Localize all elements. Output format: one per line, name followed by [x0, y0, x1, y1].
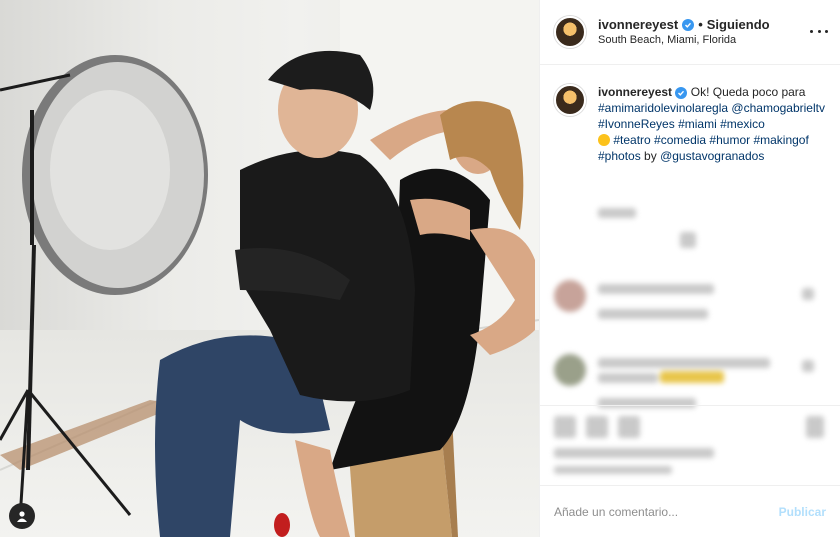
user-tag-icon[interactable]	[9, 503, 35, 529]
share-icon[interactable]	[618, 416, 640, 438]
separator-dot: •	[698, 17, 703, 32]
verified-badge-icon	[675, 87, 688, 99]
hashtag-link[interactable]: #humor	[709, 133, 750, 147]
caption-username[interactable]: ivonnereyest	[598, 85, 672, 99]
hashtag-link[interactable]: #miami	[678, 117, 717, 131]
action-bar	[540, 405, 840, 485]
photo-scene	[0, 0, 539, 537]
save-icon[interactable]	[806, 416, 824, 438]
hashtag-link[interactable]: #IvonneReyes	[598, 117, 675, 131]
follow-button[interactable]: Siguiendo	[707, 17, 770, 32]
avatar[interactable]	[554, 84, 586, 116]
hashtag-link[interactable]: #amimaridolevinolaregla	[598, 101, 728, 115]
mention-link[interactable]: @chamogabrieltv	[731, 101, 825, 115]
location-link[interactable]: South Beach, Miami, Florida	[598, 34, 736, 46]
caption-text: ivonnereyest Ok! Queda poco para #amimar…	[598, 84, 830, 164]
caption-intro: Ok! Queda poco para	[690, 85, 806, 99]
hashtag-link[interactable]: #mexico	[720, 117, 765, 131]
more-options-icon[interactable]	[810, 22, 828, 40]
username-link[interactable]: ivonnereyest	[598, 17, 678, 32]
hashtag-link[interactable]: #makingof	[753, 133, 808, 147]
publish-button[interactable]: Publicar	[779, 505, 826, 519]
caption: ivonnereyest Ok! Queda poco para #amimar…	[554, 84, 834, 164]
like-icon[interactable]	[554, 416, 576, 438]
avatar[interactable]	[554, 16, 586, 48]
comment-bar: Publicar	[540, 485, 840, 537]
comment-icon[interactable]	[586, 416, 608, 438]
post-side-panel: ivonnereyest • Siguiendo South Beach, Mi…	[539, 0, 840, 537]
hashtag-link[interactable]: #comedia	[654, 133, 706, 147]
mention-link[interactable]: @gustavogranados	[660, 149, 764, 163]
verified-badge-icon	[682, 18, 695, 31]
comment-input[interactable]	[554, 504, 779, 519]
likes-count-blurred	[554, 448, 714, 458]
wink-emoji-icon	[598, 134, 610, 146]
header-user-line: ivonnereyest • Siguiendo	[598, 17, 770, 32]
hashtag-link[interactable]: #photos	[598, 149, 641, 163]
post-header: ivonnereyest • Siguiendo South Beach, Mi…	[540, 0, 840, 65]
caption-by: by	[644, 149, 657, 163]
hashtag-link[interactable]: #teatro	[613, 133, 650, 147]
post-photo[interactable]	[0, 0, 539, 537]
timestamp-blurred	[554, 466, 672, 474]
